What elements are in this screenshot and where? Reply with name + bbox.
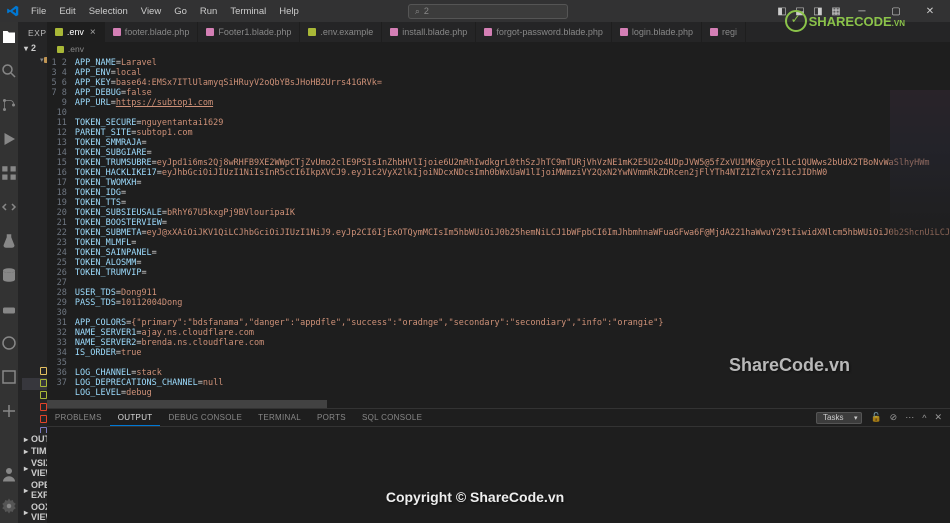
clear-icon[interactable]: ⊘: [890, 412, 898, 423]
folder-phpunit[interactable]: ▸phpunit: [22, 186, 47, 198]
folder-nikic[interactable]: ▸nikic: [22, 138, 47, 150]
tab-regi[interactable]: regi: [702, 22, 746, 42]
folder-symfony[interactable]: ▸symfony: [22, 270, 47, 282]
lock-icon[interactable]: 🔓: [870, 412, 881, 423]
tab-login.blade.php[interactable]: login.blade.php: [612, 22, 702, 42]
breadcrumb[interactable]: .env: [47, 42, 950, 56]
folder-myclabs[interactable]: ▸myclabs: [22, 102, 47, 114]
vscode-logo-icon: [6, 4, 20, 18]
maximize-panel-icon[interactable]: ^: [922, 413, 926, 423]
horizontal-scrollbar[interactable]: [47, 400, 950, 408]
ext-icon-2[interactable]: [0, 368, 18, 386]
section-ooxml-viewer[interactable]: OOXML VIEWER: [18, 501, 47, 523]
close-panel-icon[interactable]: ✕: [934, 412, 942, 423]
file-tree: ▾vendor▸league▸mockery▸monolog▸myclabs▸n…: [18, 54, 47, 433]
folder-root[interactable]: 2: [18, 42, 47, 54]
extensions-icon[interactable]: [0, 164, 18, 182]
search-text: 2: [424, 6, 429, 16]
menu-terminal[interactable]: Terminal: [225, 4, 271, 19]
watermark-logo: SHARECODE.VN: [785, 10, 905, 32]
file-.env[interactable]: .env: [22, 378, 47, 390]
database-icon[interactable]: [0, 266, 18, 284]
folder-ralcuphie[interactable]: ▸ralcuphie: [22, 222, 47, 234]
line-numbers: 1 2 3 4 5 6 7 8 9 10 11 12 13 14 15 16 1…: [47, 56, 75, 400]
source-control-icon[interactable]: [0, 96, 18, 114]
folder-vendor[interactable]: ▾vendor: [22, 54, 47, 66]
file-.gitignore[interactable]: .gitignore: [22, 414, 47, 426]
menu-help[interactable]: Help: [274, 4, 304, 19]
folder-spatie[interactable]: ▸spatie: [22, 258, 47, 270]
folder-westacks[interactable]: ▸westacks: [22, 342, 47, 354]
env-icon: [57, 46, 64, 53]
tab-install.blade.php[interactable]: install.blade.php: [382, 22, 476, 42]
folder-psr[interactable]: ▸psr: [22, 198, 47, 210]
output-channel-selector[interactable]: Tasks: [816, 412, 862, 424]
tab-forgot-password.blade.php[interactable]: forgot-password.blade.php: [476, 22, 612, 42]
folder-voku[interactable]: ▸voku: [22, 318, 47, 330]
settings-icon[interactable]: [0, 497, 18, 515]
remote-icon[interactable]: [0, 198, 18, 216]
watermark-copyright: Copyright © ShareCode.vn: [386, 489, 564, 505]
menu-go[interactable]: Go: [169, 4, 192, 19]
section-outline[interactable]: OUTLINE: [18, 433, 47, 445]
file-.editorconfig[interactable]: .editorconfig: [22, 366, 47, 378]
tab-Footer1.blade.php[interactable]: Footer1.blade.php: [198, 22, 300, 42]
folder-vlucas[interactable]: ▸vlucas: [22, 306, 47, 318]
menu-edit[interactable]: Edit: [54, 4, 80, 19]
menu-bar: FileEdit SelectionViewGoRunTerminalHelp: [26, 4, 304, 19]
folder-webmozart[interactable]: ▸webmozart: [22, 330, 47, 342]
panel-tab-output[interactable]: OUTPUT: [110, 410, 161, 426]
menu-selection[interactable]: Selection: [84, 4, 133, 19]
more-icon[interactable]: ⋯: [905, 412, 914, 423]
explorer-icon[interactable]: [0, 28, 18, 46]
folder-mockery[interactable]: ▸mockery: [22, 78, 47, 90]
panel-tab-ports[interactable]: PORTS: [309, 410, 354, 426]
menu-run[interactable]: Run: [195, 4, 222, 19]
folder-nunomaduro[interactable]: ▸nunomaduro: [22, 150, 47, 162]
testing-icon[interactable]: [0, 232, 18, 250]
panel-tab-debug-console[interactable]: DEBUG CONSOLE: [160, 410, 250, 426]
run-debug-icon[interactable]: [0, 130, 18, 148]
ext-icon-1[interactable]: [0, 334, 18, 352]
tab-.env.example[interactable]: .env.example: [300, 22, 382, 42]
section-vsix-viewer[interactable]: VSIX VIEWER: [18, 457, 47, 479]
folder-theseer[interactable]: ▸theseer: [22, 282, 47, 294]
docker-icon[interactable]: [0, 300, 18, 318]
folder-league[interactable]: ▸league: [22, 66, 47, 78]
folder-sebastian[interactable]: ▸sebastian: [22, 246, 47, 258]
file-.gitattributes[interactable]: .gitattributes: [22, 402, 47, 414]
search-icon[interactable]: [0, 62, 18, 80]
panel-tab-sql-console[interactable]: SQL CONSOLE: [354, 410, 430, 426]
account-icon[interactable]: [0, 465, 18, 483]
explorer-title: EXPLORER: [18, 22, 47, 42]
tab-footer.blade.php[interactable]: footer.blade.php: [105, 22, 199, 42]
file-.htaccess[interactable]: .htaccess: [22, 426, 47, 433]
close-button[interactable]: ✕: [916, 0, 944, 22]
folder-psy[interactable]: ▸psy: [22, 210, 47, 222]
folder-phpoption[interactable]: ▸phpoption: [22, 174, 47, 186]
minimap[interactable]: [890, 90, 950, 240]
command-center-search[interactable]: ⌕ 2: [408, 4, 568, 19]
tab-.env[interactable]: .env×: [47, 22, 105, 42]
panel-tab-problems[interactable]: PROBLEMS: [47, 410, 110, 426]
folder-monolog[interactable]: ▸monolog: [22, 90, 47, 102]
panel-tab-terminal[interactable]: TERMINAL: [250, 410, 309, 426]
file-autoload.php[interactable]: autoload.php: [22, 354, 47, 366]
activity-bar: [0, 22, 18, 523]
folder-ramsey[interactable]: ▸ramsey: [22, 234, 47, 246]
section-timeline[interactable]: TIMELINE: [18, 445, 47, 457]
file-.env.example[interactable]: .env.example: [22, 390, 47, 402]
section-openxml-explorer[interactable]: OPENXML EXPLORER: [18, 479, 47, 501]
watermark-text: ShareCode.vn: [729, 355, 850, 376]
folder-nesbot[interactable]: ▸nesbot: [22, 114, 47, 126]
folder-tijsverkoyen[interactable]: ▸tijsverkoyen: [22, 294, 47, 306]
ext-icon-3[interactable]: [0, 402, 18, 420]
folder-nette[interactable]: ▸nette: [22, 126, 47, 138]
sidebar-explorer: EXPLORER 2 ▾vendor▸league▸mockery▸monolo…: [18, 22, 47, 523]
folder-phar-io[interactable]: ▸phar-io: [22, 162, 47, 174]
menu-view[interactable]: View: [136, 4, 166, 19]
code-editor[interactable]: APP_NAME=Laravel APP_ENV=local APP_KEY=b…: [75, 56, 950, 400]
menu-file[interactable]: File: [26, 4, 51, 19]
bottom-panel: PROBLEMSOUTPUTDEBUG CONSOLETERMINALPORTS…: [47, 408, 950, 523]
